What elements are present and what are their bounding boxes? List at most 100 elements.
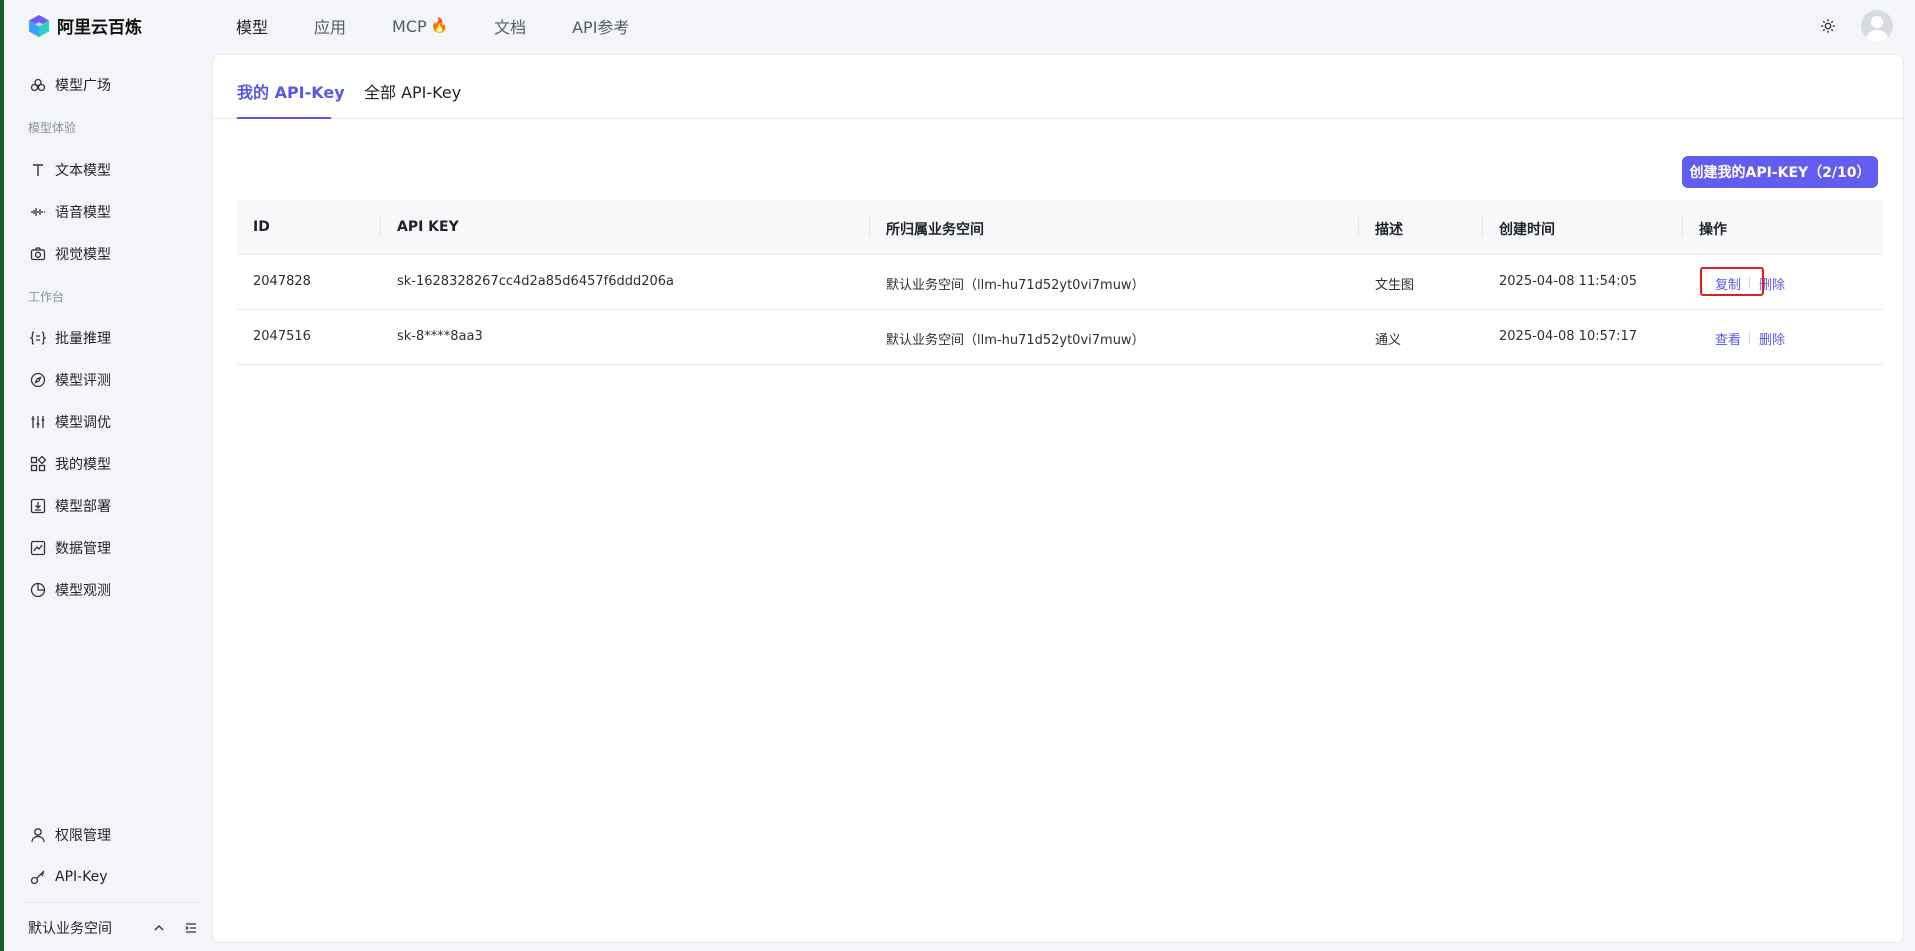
table-header: ID API KEY 所归属业务空间 描述 创建时间 操作 xyxy=(237,200,1883,255)
sidebar-item-label: 模型广场 xyxy=(55,78,111,94)
sidebar-item-label: 语音模型 xyxy=(55,205,111,221)
sidebar-item-label: 我的模型 xyxy=(55,457,111,473)
logo-icon xyxy=(29,14,49,37)
workspace-name: 默认业务空间 xyxy=(28,921,112,937)
list-collapse-icon[interactable] xyxy=(184,921,198,935)
app-logo[interactable]: 阿里云百炼 xyxy=(27,13,142,38)
sidebar-item-model-observe[interactable]: 模型观测 xyxy=(30,579,111,601)
sidebar-item-model-plaza[interactable]: 模型广场 xyxy=(30,74,111,96)
sidebar-item-label: 模型观测 xyxy=(55,583,111,599)
column-divider xyxy=(869,217,870,237)
sidebar-item-label: 模型部署 xyxy=(55,499,111,515)
text-icon xyxy=(33,164,43,176)
sidebar-group-experience: 模型体验 xyxy=(28,121,77,135)
braces-icon xyxy=(30,331,46,345)
sidebar-item-voice-model[interactable]: 语音模型 xyxy=(30,201,111,223)
pie-chart-icon xyxy=(30,582,46,598)
sliders-icon xyxy=(31,416,45,428)
column-divider xyxy=(1358,217,1359,237)
user-icon xyxy=(31,828,45,843)
sidebar-item-data-mgmt[interactable]: 数据管理 xyxy=(30,537,111,559)
sidebar: 模型广场 模型体验 文本模型 语音模型 视觉模型 工作台 批量推理 模型评测 模… xyxy=(4,52,210,951)
cell-desc: 通义 xyxy=(1375,333,1402,348)
cell-api-key: sk-8****8aa3 xyxy=(397,329,483,344)
highlight-box xyxy=(1700,267,1764,296)
sidebar-item-label: 模型评测 xyxy=(55,373,111,389)
waveform-icon xyxy=(31,208,45,216)
sidebar-item-model-eval[interactable]: 模型评测 xyxy=(30,369,111,391)
sidebar-item-permissions[interactable]: 权限管理 xyxy=(30,824,111,846)
sidebar-item-batch-inference[interactable]: 批量推理 xyxy=(30,327,111,349)
create-api-key-button[interactable]: 创建我的API-KEY（2/10） xyxy=(1682,156,1878,188)
sidebar-item-label: 模型调优 xyxy=(55,415,111,431)
deploy-icon xyxy=(30,498,46,514)
view-link[interactable]: 查看 xyxy=(1715,329,1741,348)
cell-desc: 文生图 xyxy=(1375,278,1415,293)
column-divider xyxy=(380,217,381,237)
topnav-label: 应用 xyxy=(314,18,347,37)
cell-id: 2047516 xyxy=(253,329,311,344)
cell-api-key: sk-1628328267cc4d2a85d6457f6ddd206a xyxy=(397,274,675,289)
topnav-apps[interactable]: 应用 xyxy=(314,14,346,38)
topnav-label: 文档 xyxy=(494,18,527,37)
column-header-workspace: 所归属业务空间 xyxy=(886,222,984,238)
cloud-icon xyxy=(30,78,46,92)
delete-link[interactable]: 删除 xyxy=(1759,329,1785,348)
tab-active-indicator xyxy=(237,117,331,119)
sidebar-item-label: 视觉模型 xyxy=(55,247,111,263)
main-panel: 我的 API-Key 全部 API-Key 创建我的API-KEY（2/10） … xyxy=(212,54,1904,943)
column-header-created: 创建时间 xyxy=(1499,222,1555,238)
cell-id: 2047828 xyxy=(253,274,311,289)
sidebar-group-workbench: 工作台 xyxy=(28,290,65,304)
chart-icon xyxy=(30,540,46,556)
avatar[interactable] xyxy=(1861,10,1893,42)
tab-bar: 我的 API-Key 全部 API-Key xyxy=(213,55,1903,119)
key-icon xyxy=(30,870,45,885)
api-key-table: ID API KEY 所归属业务空间 描述 创建时间 操作 2047828 sk… xyxy=(237,200,1883,365)
table-row: 2047516 sk-8****8aa3 默认业务空间（llm-hu71d52y… xyxy=(237,310,1883,365)
top-right-tools xyxy=(1819,10,1893,42)
column-header-desc: 描述 xyxy=(1375,222,1403,238)
sidebar-item-model-deploy[interactable]: 模型部署 xyxy=(30,495,111,517)
topnav-mcp[interactable]: MCP 🔥 xyxy=(392,17,448,36)
sidebar-item-model-tuning[interactable]: 模型调优 xyxy=(30,411,111,433)
sidebar-item-label: 权限管理 xyxy=(55,828,111,844)
sidebar-item-label: 批量推理 xyxy=(55,331,111,347)
cell-workspace: 默认业务空间（llm-hu71d52yt0vi7muw） xyxy=(886,278,1145,293)
sidebar-item-vision-model[interactable]: 视觉模型 xyxy=(30,243,111,265)
action-divider xyxy=(1749,331,1750,344)
workspace-switcher[interactable]: 默认业务空间 xyxy=(28,918,198,938)
column-divider xyxy=(1682,217,1683,237)
sidebar-item-label: 数据管理 xyxy=(55,541,111,557)
topnav-docs[interactable]: 文档 xyxy=(494,14,526,38)
app-name: 阿里云百炼 xyxy=(57,18,142,38)
chevron-up-icon[interactable] xyxy=(152,921,166,935)
column-divider xyxy=(1482,217,1483,237)
sidebar-divider xyxy=(24,902,199,903)
top-bar: 阿里云百炼 模型 应用 MCP 🔥 文档 API参考 xyxy=(4,0,1915,52)
table-row: 2047828 sk-1628328267cc4d2a85d6457f6ddd2… xyxy=(237,255,1883,310)
flame-icon: 🔥 xyxy=(430,18,449,34)
compass-icon xyxy=(30,372,46,388)
grid-icon xyxy=(30,456,46,472)
topnav-models[interactable]: 模型 xyxy=(236,14,268,38)
topnav-label: API参考 xyxy=(572,18,630,37)
topnav-label: 模型 xyxy=(236,18,269,37)
topnav-api-ref[interactable]: API参考 xyxy=(572,14,629,38)
column-header-api-key: API KEY xyxy=(397,219,459,235)
cell-created: 2025-04-08 11:54:05 xyxy=(1499,274,1638,289)
tab-my-api-key[interactable]: 我的 API-Key xyxy=(237,79,345,103)
gear-icon[interactable] xyxy=(1819,17,1837,35)
column-header-actions: 操作 xyxy=(1699,222,1727,238)
sidebar-item-label: 文本模型 xyxy=(55,163,111,179)
sidebar-item-label: API-Key xyxy=(55,869,108,885)
camera-icon xyxy=(30,247,46,261)
top-nav: 模型 应用 MCP 🔥 文档 API参考 xyxy=(236,0,675,52)
tab-all-api-keys[interactable]: 全部 API-Key xyxy=(364,79,461,103)
column-header-id: ID xyxy=(253,219,270,235)
topnav-label: MCP xyxy=(392,16,427,36)
sidebar-item-text-model[interactable]: 文本模型 xyxy=(30,159,111,181)
sidebar-item-api-key[interactable]: API-Key xyxy=(30,866,108,888)
sidebar-item-my-models[interactable]: 我的模型 xyxy=(30,453,111,475)
cell-created: 2025-04-08 10:57:17 xyxy=(1499,329,1638,344)
